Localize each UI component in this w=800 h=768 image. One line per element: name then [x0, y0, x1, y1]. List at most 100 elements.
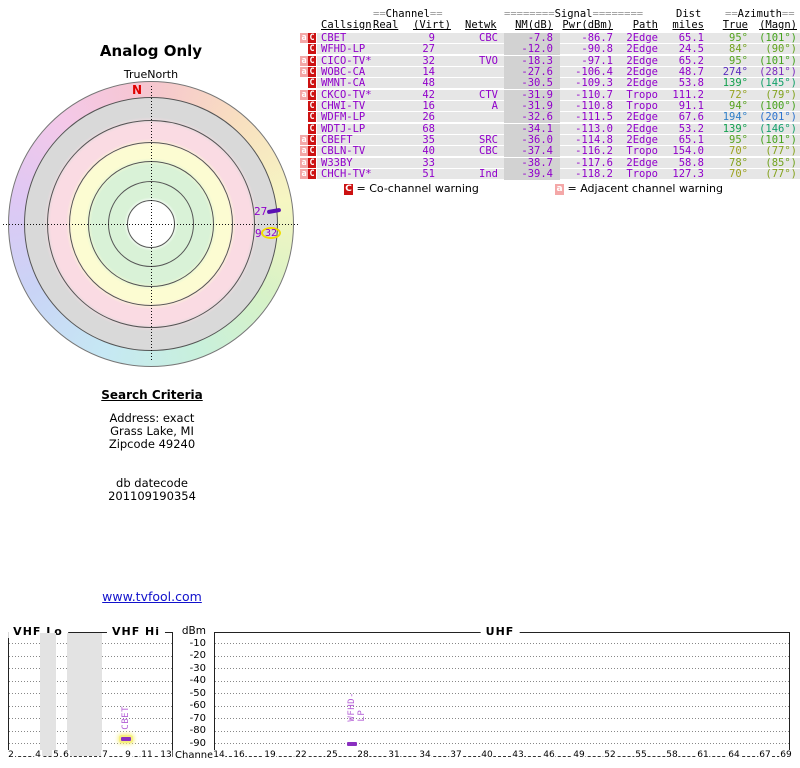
co-channel-warning-badge: C	[308, 101, 316, 112]
column-header-magn: (Magn)	[759, 19, 797, 31]
pwr-cell: -106.4	[575, 66, 613, 79]
station-callsign-label: WFHD-LP	[347, 691, 367, 722]
grid-line	[215, 730, 789, 732]
vhf-hi-band-label: VHF Hi	[106, 625, 166, 638]
channel-tick-label: 37	[449, 750, 463, 761]
callsign-cell: WDFM-LP	[321, 111, 366, 124]
magn-cell: (77°)	[765, 168, 797, 181]
nm-cell: -12.0	[504, 44, 560, 56]
dbm-tick-label: -50	[189, 687, 206, 699]
dbm-tick-label: -40	[189, 675, 206, 686]
netwk-cell	[445, 112, 498, 123]
channel-tick-label: 69	[779, 750, 793, 761]
adjacent-channel-text: = Adjacent channel warning	[567, 182, 724, 195]
channel-tick-label: 28	[356, 750, 370, 761]
dbm-tick-label: -70	[189, 712, 206, 724]
adjacent-channel-symbol: a	[555, 183, 564, 195]
path-cell: Tropo	[626, 88, 658, 101]
virt-cell	[435, 124, 445, 135]
dbm-tick-label: -20	[189, 650, 206, 661]
path-cell: 2Edge	[626, 77, 658, 90]
vhf-lo-band-label: VHF Lo	[8, 625, 68, 638]
nm-cell: -31.9	[504, 89, 560, 101]
channel-tick-label: 64	[727, 750, 741, 761]
co-channel-symbol: C	[344, 183, 353, 195]
dbm-tick-label: -90	[189, 737, 206, 749]
search-zipcode-line: Zipcode 49240	[108, 437, 196, 451]
tvfool-link[interactable]: www.tvfool.com	[102, 589, 202, 604]
callsign-cell: WOBC-CA	[321, 66, 366, 79]
path-cell: 2Edge	[626, 43, 658, 56]
radar-plot: N	[3, 79, 298, 369]
real-cell: 40	[422, 145, 435, 158]
miles-cell: 58.8	[678, 156, 704, 169]
path-cell: Tropo	[626, 168, 658, 181]
spectrum-gap-band	[40, 633, 56, 756]
real-cell: 35	[422, 134, 435, 147]
netwk-cell: CBC	[479, 32, 498, 44]
uhf-band-label: UHF	[480, 625, 520, 638]
dbm-tick-label: -60	[189, 700, 206, 711]
table-row: C WDFM-LP 26 -32.6 -111.5 2Edge 67.6 194° (201°)	[300, 111, 800, 124]
miles-cell: 48.7	[678, 66, 704, 79]
grid-line	[215, 743, 789, 744]
miles-cell: 111.2	[672, 88, 704, 101]
magn-cell: (90°)	[765, 43, 797, 56]
real-cell: 33	[422, 156, 435, 169]
callsign-cell: W33BY	[321, 156, 353, 169]
channel-tick-label: 31	[387, 750, 401, 761]
grid-line	[215, 705, 789, 707]
adjacent-warning-badge: a	[300, 33, 308, 43]
pwr-cell: -109.3	[575, 77, 613, 90]
table-row: C WFHD-LP 27 -12.0 -90.8 2Edge 24.5 84° (90°)	[300, 43, 800, 56]
table-row: a C WOBC-CA 14 -27.6 -106.4 2Edge 48.7 274° (281°…	[300, 66, 800, 79]
table-row: C WMNT-CA 48 -30.5 -109.3 2Edge 53.8 139° (145°)	[300, 77, 800, 90]
co-channel-warning-badge: C	[308, 67, 316, 78]
real-cell: 16	[422, 100, 435, 113]
crosshair-vertical	[151, 86, 152, 362]
nm-cell: -31.9	[504, 101, 560, 113]
channel-tick-label: 46	[542, 750, 556, 761]
channel-tick-label: 40	[480, 750, 494, 761]
pwr-cell: -114.8	[575, 134, 613, 147]
co-channel-warning-badge: C	[308, 55, 316, 66]
callsign-cell: CBLN-TV	[321, 145, 366, 158]
uhf-signal-panel	[214, 632, 790, 757]
channel-tick-label: 61	[696, 750, 710, 761]
true_az-cell: 274°	[722, 66, 748, 79]
virt-cell	[435, 135, 445, 146]
nm-cell: -27.6	[504, 67, 560, 79]
magn-cell: (100°)	[759, 100, 797, 113]
pwr-cell: -90.8	[581, 43, 613, 56]
true_az-cell: 94°	[729, 100, 748, 113]
site-link-container: www.tvfool.com	[52, 589, 252, 604]
virt-cell	[435, 101, 445, 112]
column-header-netwk: Netwk	[465, 19, 497, 31]
true_az-cell: 70°	[729, 168, 748, 181]
channel-tick-label: 25	[325, 750, 339, 761]
virt-cell	[435, 90, 445, 101]
co-channel-warning-badge: C	[308, 157, 316, 168]
dbm-axis-label: dBm	[181, 625, 206, 637]
virt-cell	[435, 112, 445, 123]
virt-cell	[435, 56, 445, 67]
adjacent-warning-badge: a	[300, 67, 308, 78]
miles-cell: 24.5	[678, 43, 704, 56]
netwk-cell: A	[491, 100, 498, 113]
co-channel-warning-badge: C	[308, 169, 316, 180]
pwr-cell: -110.7	[575, 88, 613, 101]
netwk-cell	[445, 158, 498, 169]
miles-cell: 53.8	[678, 77, 704, 90]
table-row: a C CKCO-TV* 42 CTV -31.9 -110.7 Tropo 111.2 72° (…	[300, 88, 800, 101]
nm-cell: -30.5	[504, 78, 560, 90]
table-row: a C CHCH-TV* 51 Ind -39.4 -118.2 Tropo 127.3 70° (…	[300, 168, 800, 181]
virt-cell	[435, 33, 445, 44]
table-row: a C CBEFT 35 SRC -36.0 -114.8 2Edge 65.1 95° (101°…	[300, 134, 800, 147]
nm-cell: -18.3	[504, 55, 560, 67]
miles-cell: 91.1	[678, 100, 704, 113]
callsign-cell: CICO-TV*	[321, 54, 372, 67]
magn-cell: (281°)	[759, 66, 797, 79]
netwk-cell: CBC	[479, 145, 498, 158]
adjacent-warning-badge: a	[300, 135, 308, 146]
miles-cell: 67.6	[678, 111, 704, 124]
